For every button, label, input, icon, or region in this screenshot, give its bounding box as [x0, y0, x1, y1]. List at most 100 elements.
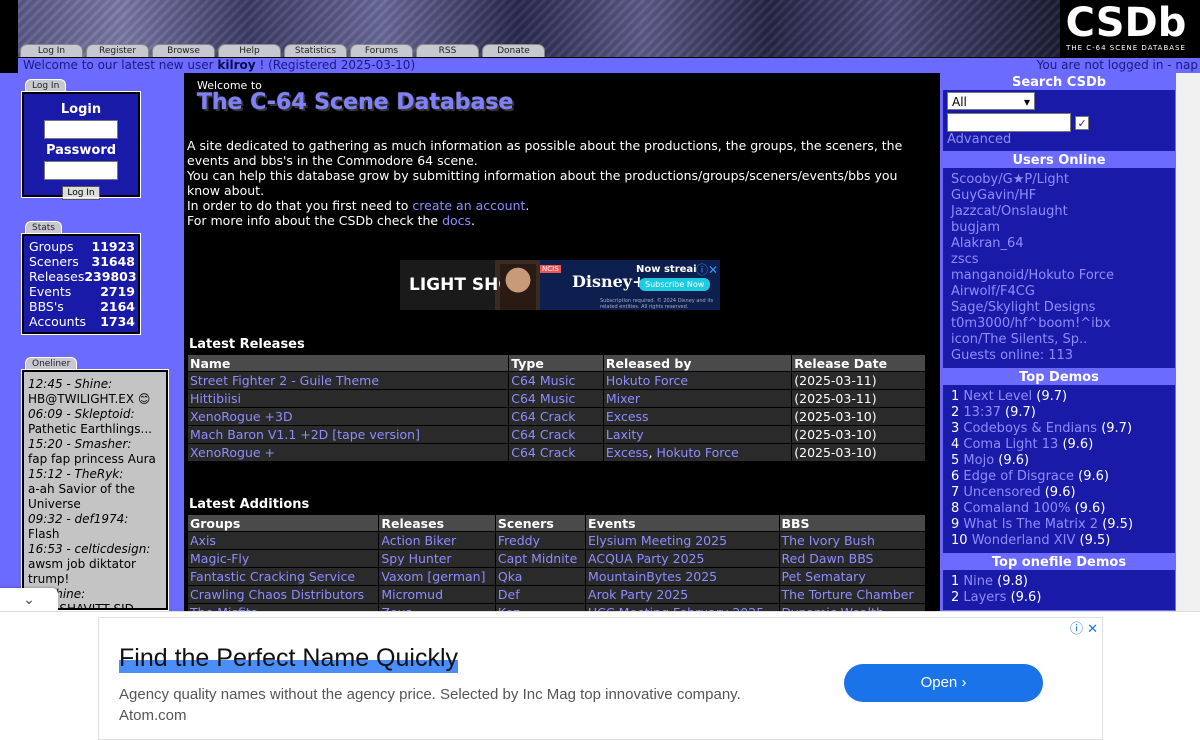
demo-link[interactable]: Coma Light 13: [963, 437, 1058, 452]
addition-link[interactable]: Action Biker: [381, 533, 456, 548]
addition-link[interactable]: Qka: [498, 569, 523, 584]
ad-info-close-icon[interactable]: ⓘ ✕: [1070, 618, 1098, 637]
user-online-item[interactable]: zscs: [951, 252, 1167, 268]
bottom-ad-card[interactable]: Find the Perfect Name Quickly Agency qua…: [98, 617, 1103, 740]
addition-link[interactable]: Red Dawn BBS: [782, 551, 874, 566]
docs-link[interactable]: docs: [442, 213, 471, 228]
search-go-icon[interactable]: ✓: [1075, 115, 1090, 130]
user-link[interactable]: Scooby/G★P/Light: [951, 172, 1069, 187]
search-input[interactable]: [947, 113, 1071, 132]
demo-link[interactable]: Uncensored: [963, 485, 1040, 500]
release-link[interactable]: XenoRogue +: [190, 445, 275, 460]
group-link[interactable]: Mixer: [606, 391, 640, 406]
addition-link[interactable]: Pet Sematary: [782, 569, 866, 584]
log-in-button[interactable]: Log In: [62, 186, 100, 200]
user-online-item[interactable]: Alakran_64: [951, 236, 1167, 252]
login-input[interactable]: [44, 120, 118, 139]
demo-link[interactable]: Codeboys & Endians: [963, 421, 1097, 436]
release-type-link[interactable]: C64 Crack: [511, 427, 575, 442]
group-link[interactable]: Excess: [606, 409, 649, 424]
ad-headline[interactable]: Find the Perfect Name Quickly: [119, 644, 459, 673]
create-account-link[interactable]: create an account: [412, 198, 525, 213]
password-input[interactable]: [44, 161, 118, 180]
ad-subscribe-button[interactable]: Subscribe Now: [639, 278, 711, 291]
tab-rss[interactable]: RSS: [416, 44, 479, 57]
addition-link[interactable]: Def: [498, 587, 520, 602]
column-header[interactable]: Name: [186, 354, 510, 372]
release-link[interactable]: XenoRogue +3D: [190, 409, 293, 424]
addition-link[interactable]: Vaxom [german]: [381, 569, 485, 584]
user-online-item[interactable]: icon/The Silents, Sp..: [951, 332, 1167, 348]
demo-link[interactable]: Layers: [963, 590, 1006, 605]
ad-open-button[interactable]: Open ›: [844, 664, 1043, 702]
user-link[interactable]: icon/The Silents, Sp..: [951, 332, 1087, 347]
user-online-item[interactable]: manganoid/Hokuto Force: [951, 268, 1167, 284]
addition-link[interactable]: ACQUA Party 2025: [588, 551, 704, 566]
search-type-select[interactable]: All: [947, 92, 1035, 111]
stat-label[interactable]: Groups: [29, 239, 74, 254]
tab-donate[interactable]: Donate: [482, 44, 545, 57]
addition-link[interactable]: Crawling Chaos Distributors: [190, 587, 364, 602]
release-link[interactable]: Hittibiisi: [190, 391, 241, 406]
group-link[interactable]: Laxity: [606, 427, 644, 442]
user-online-item[interactable]: Airwolf/F4CG: [951, 284, 1167, 300]
user-link[interactable]: GuyGavin/HF: [951, 188, 1036, 203]
user-link[interactable]: zscs: [951, 252, 979, 267]
user-online-item[interactable]: bugjam: [951, 220, 1167, 236]
release-type-link[interactable]: C64 Crack: [511, 445, 575, 460]
demo-link[interactable]: What Is The Matrix 2: [963, 517, 1098, 532]
stat-label[interactable]: BBS's: [29, 299, 64, 314]
user-online-item[interactable]: GuyGavin/HF: [951, 188, 1167, 204]
release-type-link[interactable]: C64 Crack: [511, 409, 575, 424]
release-type-link[interactable]: C64 Music: [511, 391, 575, 406]
addition-link[interactable]: The Ivory Bush: [782, 533, 875, 548]
user-link[interactable]: Sage/Skylight Designs: [951, 300, 1095, 315]
user-online-item[interactable]: t0m3000/hf^boom!^ibx: [951, 316, 1167, 332]
stat-label[interactable]: Sceners: [29, 254, 79, 269]
addition-link[interactable]: Fantastic Cracking Service: [190, 569, 355, 584]
welcome-user-link[interactable]: kilroy: [217, 58, 255, 72]
user-link[interactable]: Jazzcat/Onslaught: [951, 204, 1068, 219]
user-link[interactable]: bugjam: [951, 220, 1000, 235]
stat-label[interactable]: Events: [29, 284, 71, 299]
tab-browse[interactable]: Browse: [152, 44, 215, 57]
demo-link[interactable]: 13:37: [963, 405, 1000, 420]
addition-link[interactable]: Freddy: [498, 533, 540, 548]
group-link[interactable]: Excess: [606, 445, 649, 460]
tab-log-in[interactable]: Log In: [20, 44, 83, 57]
demo-link[interactable]: Nine: [963, 574, 993, 589]
tab-register[interactable]: Register: [86, 44, 149, 57]
demo-link[interactable]: Wonderland XIV: [972, 533, 1076, 548]
demo-link[interactable]: Next Level: [963, 389, 1032, 404]
addition-link[interactable]: Elysium Meeting 2025: [588, 533, 727, 548]
user-link[interactable]: manganoid/Hokuto Force: [951, 268, 1114, 283]
addition-link[interactable]: Micromud: [381, 587, 443, 602]
csdb-logo[interactable]: CSDb THE C-64 SCENE DATABASE: [1064, 0, 1188, 57]
tab-forums[interactable]: Forums: [350, 44, 413, 57]
ad-close-icon[interactable]: ⓘ✕: [696, 261, 718, 278]
stat-label[interactable]: Releases: [29, 269, 84, 284]
user-online-item[interactable]: Guests online: 113: [951, 348, 1167, 364]
addition-link[interactable]: Capt Midnite: [498, 551, 577, 566]
chevron-down-icon[interactable]: ⌄: [0, 588, 58, 612]
group-link[interactable]: Hokuto Force: [657, 445, 739, 460]
addition-link[interactable]: The Torture Chamber: [782, 587, 914, 602]
tab-statistics[interactable]: Statistics: [284, 44, 347, 57]
user-link[interactable]: Guests online: 113: [951, 348, 1073, 363]
column-header[interactable]: Type: [508, 354, 604, 372]
user-online-item[interactable]: Sage/Skylight Designs: [951, 300, 1167, 316]
column-header[interactable]: Released by: [602, 354, 793, 372]
stat-label[interactable]: Accounts: [29, 314, 86, 329]
addition-link[interactable]: Magic-Fly: [190, 551, 249, 566]
user-link[interactable]: Alakran_64: [951, 236, 1024, 251]
demo-link[interactable]: Edge of Disgrace: [963, 469, 1074, 484]
addition-link[interactable]: Arok Party 2025: [588, 587, 688, 602]
user-link[interactable]: t0m3000/hf^boom!^ibx: [951, 316, 1111, 331]
inline-ad-banner[interactable]: LIGHT SHOP NCIS Disney+ Now streai Subsc…: [400, 260, 720, 310]
column-header[interactable]: Release Date: [791, 354, 926, 372]
release-link[interactable]: Mach Baron V1.1 +2D [tape version]: [190, 427, 420, 442]
addition-link[interactable]: Axis: [190, 533, 216, 548]
user-online-item[interactable]: Scooby/G★P/Light: [951, 172, 1167, 188]
user-link[interactable]: Airwolf/F4CG: [951, 284, 1035, 299]
addition-link[interactable]: MountainBytes 2025: [588, 569, 717, 584]
